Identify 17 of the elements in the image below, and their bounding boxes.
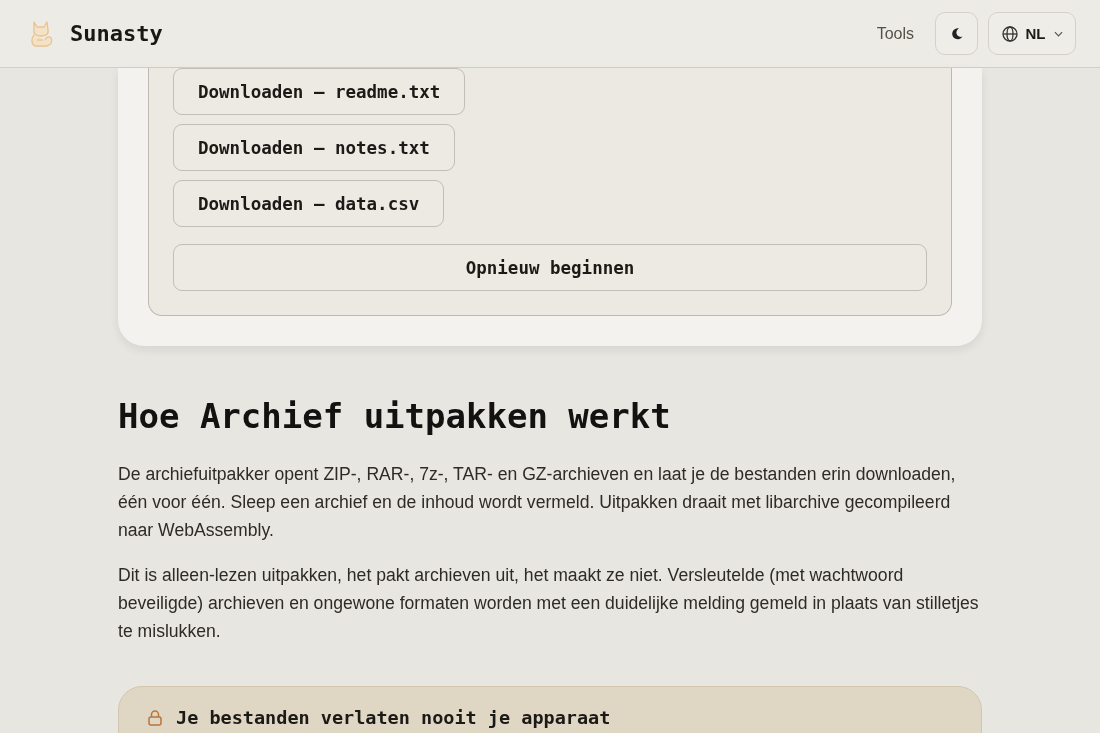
language-selector[interactable]: NL	[988, 12, 1076, 55]
nav-link[interactable]: Tools	[876, 24, 914, 43]
callout-title: Je bestanden verlaten nooit je apparaat	[176, 707, 611, 728]
paragraph: De archiefuitpakker opent ZIP-, RAR-, 7z-, TAR- en GZ-archieven en laat je de bestanden erin downloaden, één voor één. Sleep een archief en de inhoud wordt vermeld. Uitpakken draait met libarchive gecompileerd naar WebAssembly.	[118, 463, 957, 542]
lock-icon	[148, 709, 162, 726]
download-button[interactable]: Downloaden — readme.txt	[173, 68, 466, 115]
chevron-down-icon	[1053, 30, 1063, 37]
language-label: NL	[1025, 25, 1046, 42]
globe-icon	[1001, 25, 1018, 42]
theme-toggle-button[interactable]	[935, 12, 978, 55]
moon-icon	[949, 26, 964, 41]
download-button[interactable]: Downloaden — notes.txt	[173, 124, 455, 171]
brand-name[interactable]: Sunasty	[70, 21, 163, 46]
paragraph: Dit is alleen-lezen uitpakken, het pakt archieven uit, het maakt ze niet. Versleutelde (met wachtwoord beveiligde) archieven en ongewone formaten worden met een duidelijke melding gemeld in plaats van stilletjes te mislukken.	[118, 564, 980, 643]
section-heading: Hoe Archief uitpakken werkt	[118, 396, 672, 437]
download-button[interactable]: Downloaden — data.csv	[173, 180, 445, 227]
restart-button[interactable]: Opnieuw beginnen	[173, 244, 927, 291]
